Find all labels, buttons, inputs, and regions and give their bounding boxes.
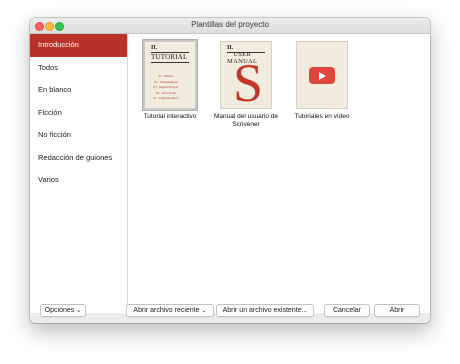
template-manual-del-usuario[interactable]: II. USER MANUAL S Manual del usuario de … [208,42,284,129]
list-item: Organisation [160,79,178,84]
window-title: Plantillas del proyecto [191,20,269,29]
template-grid: II. TUTORIAL 01 Basics 02 Organisation 03 I… [128,34,430,313]
youtube-play-icon [309,67,335,84]
manual-thumbnail[interactable]: II. USER MANUAL S [221,42,271,108]
cancel-button[interactable]: Cancelar [324,304,370,317]
template-label: Manual del usuario de Scrivener [214,113,278,128]
thumbnail-contents-list: 01 Basics 02 Organisation 03 Import/Export … [151,74,179,102]
scrivener-s-glyph: S [233,53,264,108]
open-recent-label: Abrir archivo reciente [133,307,200,314]
list-item: Import/Export [159,85,179,89]
open-existing-label: Abrir un archivo existente... [222,307,308,314]
open-button[interactable]: Abrir [374,304,420,317]
chevron-down-icon: ⌄ [76,308,82,314]
sidebar-item-redaccion-de-guiones[interactable]: Redacción de guiones [30,147,127,170]
divider [151,62,189,63]
sidebar-item-en-blanco[interactable]: En blanco [30,79,127,102]
open-recent-button[interactable]: Abrir archivo reciente ⌄ [126,304,214,317]
cancel-label: Cancelar [332,307,361,314]
list-item: Text Tools [161,90,176,95]
video-thumbnail[interactable] [297,42,347,108]
template-tutoriales-en-video[interactable]: Tutoriales en vídeo [284,42,360,121]
thumbnail-heading: II. [227,45,234,51]
chevron-down-icon: ⌄ [201,308,207,314]
list-item-number: 05 [153,96,157,100]
project-templates-window: Plantillas del proyecto Introducción Tod… [30,18,430,323]
list-item: Customisation [159,96,179,100]
thumbnail-title: TUTORIAL [151,53,188,61]
sidebar-item-introduccion[interactable]: Introducción [30,34,127,57]
thumbnail-heading: II. [151,45,158,51]
list-item: Basics [164,74,174,78]
template-tutorial-interactivo[interactable]: II. TUTORIAL 01 Basics 02 Organisation 03 I… [132,42,208,121]
open-existing-button[interactable]: Abrir un archivo existente... [216,304,314,317]
sidebar-item-varios[interactable]: Varios [30,169,127,192]
template-label: Tutoriales en vídeo [294,113,350,120]
sidebar-item-no-ficcion[interactable]: No ficción [30,124,127,147]
bottom-toolbar: Opciones ⌄ Abrir archivo reciente ⌄ Abrir … [30,304,430,323]
sidebar-item-ficcion[interactable]: Ficción [30,102,127,125]
tutorial-thumbnail[interactable]: II. TUTORIAL 01 Basics 02 Organisation 03 I… [145,42,195,108]
template-label: Tutorial interactivo [143,113,197,120]
options-label: Opciones [44,307,75,314]
sidebar-item-todos[interactable]: Todos [30,57,127,80]
open-label: Abrir [389,307,405,314]
title-bar[interactable]: Plantillas del proyecto [30,18,430,34]
category-sidebar: Introducción Todos En blanco Ficción No … [30,34,128,313]
options-button[interactable]: Opciones ⌄ [40,304,86,317]
